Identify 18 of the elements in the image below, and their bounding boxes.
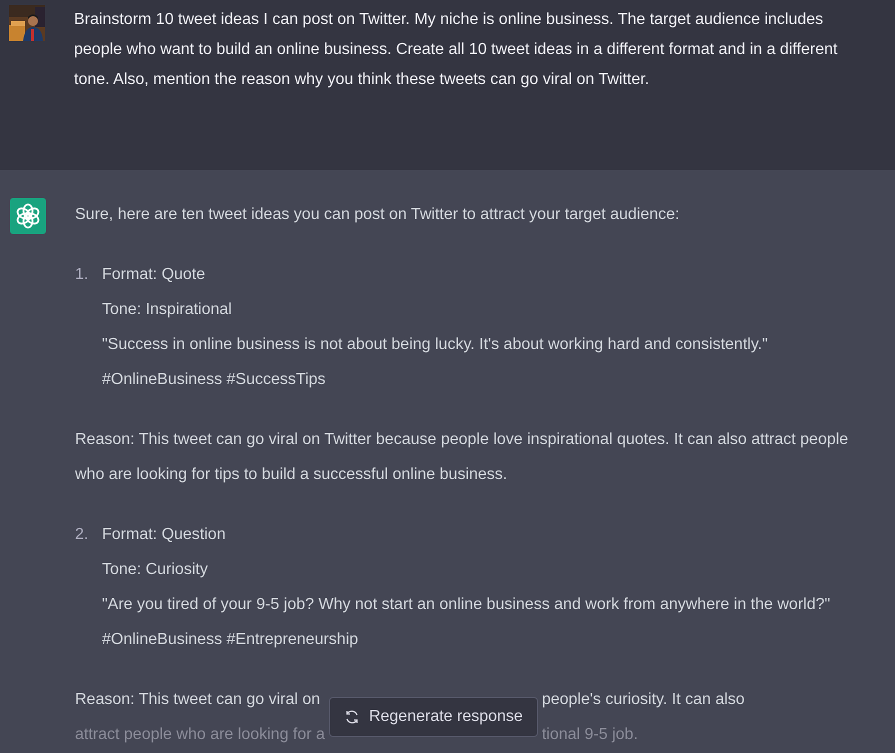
answer-intro: Sure, here are ten tweet ideas you can post on Twitter to attract your target audience:: [75, 205, 680, 225]
reason-text: Reason: This tweet can go viral on: [75, 690, 322, 708]
regenerate-button[interactable]: Regenerate response: [328, 697, 538, 737]
tweet-idea-line: Format: Quote: [102, 265, 206, 285]
tweet-idea-line: Format: Question: [102, 525, 227, 545]
refresh-icon: [344, 709, 360, 725]
tweet-idea-line: "Success in online business is not about being lucky. It's about working hard and consistently." #OnlineBusiness #SuccessTips: [102, 335, 769, 390]
reason-text: tional 9-5 job.: [542, 726, 639, 744]
list-number: 1.: [75, 265, 90, 285]
tweet-idea-line: Tone: Inspirational: [102, 300, 233, 320]
reason-text: people's curiosity. It can also: [542, 690, 746, 708]
prompt-text: Brainstorm 10 tweet ideas I can post on Twitter. My niche is online business. The target audience includes people who want to build an online business. Create all 10 tweet ideas in a different format and in a different tone. Also, mention the reason why you think these tweets can go viral on Twitter.: [74, 10, 838, 90]
reason-text: Reason: This tweet can go viral on Twitter because people love inspirational quotes. It can also attract people who are looking for tips to build a successful online business.: [75, 430, 850, 485]
knot-icon: [10, 198, 46, 234]
tweet-idea-line: "Are you tired of your 9-5 job? Why not start an online business and work from anywhere in the world?" #OnlineBusiness #Entrepreneurship: [102, 595, 832, 650]
reason-text: attract people who are looking for a: [75, 726, 325, 744]
list-number: 2.: [75, 525, 90, 545]
tweet-idea-line: Tone: Curiosity: [102, 560, 209, 580]
